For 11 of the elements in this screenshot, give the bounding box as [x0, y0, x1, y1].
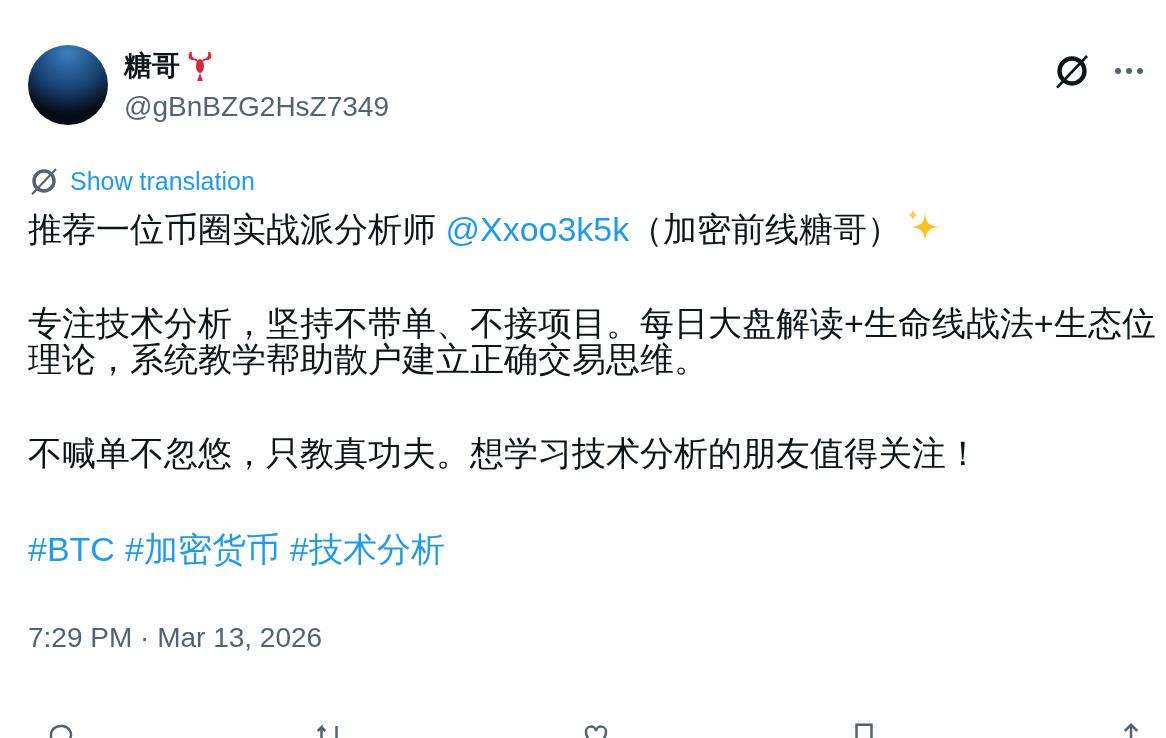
tweet-text: 专注技术分析，坚持不带单、不接项目。每日大盘解读+生命线战法+生态位理论，系统教学帮助散户建立正确交易思维。 [28, 305, 1157, 377]
timestamp[interactable]: 7:29 PM · Mar 13, 2026 [28, 621, 1166, 655]
tweet-text: 推荐一位币圈实战派分析师 @Xxoo3k5k（加密前线糖哥） [28, 207, 1166, 247]
author-name[interactable]: 糖哥 [124, 49, 180, 83]
hashtag-link[interactable]: #BTC [28, 529, 115, 569]
tweet-text: 不喊单不忽悠，只教真功夫。想学习技术分析的朋友值得关注！ [28, 435, 981, 471]
mention-link[interactable]: @Xxoo3k5k [445, 210, 630, 248]
author-handle[interactable]: @gBnBZG2HsZ7349 [124, 87, 1036, 127]
hashtag-link[interactable]: #加密货币 [124, 529, 280, 569]
show-translation-link[interactable]: Show translation [70, 166, 255, 196]
hashtag-link[interactable]: #技术分析 [289, 529, 445, 569]
